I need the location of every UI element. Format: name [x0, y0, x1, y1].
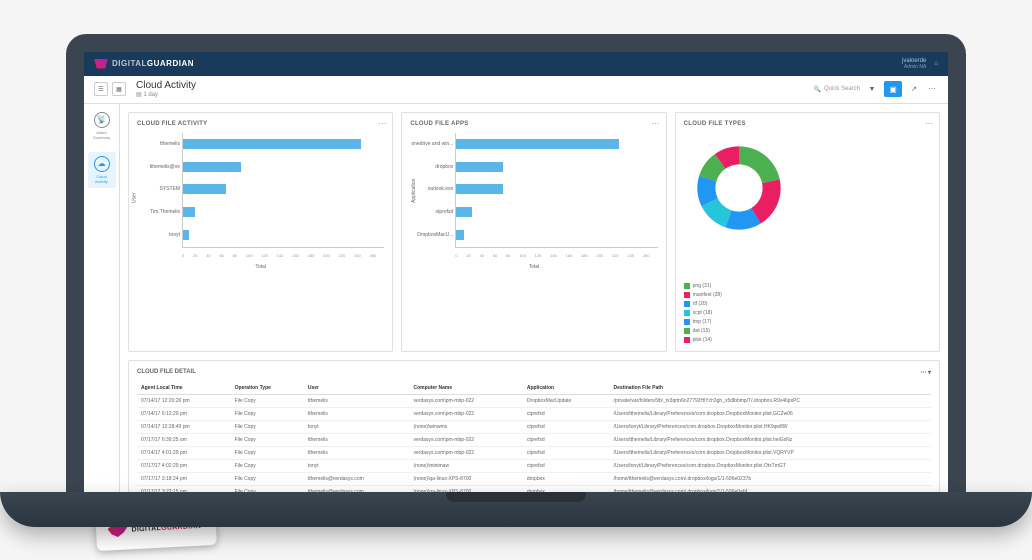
cloud-file-apps-card: CLOUD FILE APPS ⋯ Application onedrive a…	[401, 112, 666, 352]
bar-row: Tim.Themelis	[183, 205, 384, 219]
legend-item: xcpt (18)	[684, 310, 931, 316]
more-icon[interactable]: ⋯	[926, 83, 938, 95]
column-header[interactable]: Destination File Path	[610, 382, 931, 395]
toolbar-view-icon[interactable]: ☰	[94, 82, 108, 96]
cloud-file-activity-card: CLOUD FILE ACTIVITY ⋯ User tthemelistthe…	[128, 112, 393, 352]
toolbar-dashboard-icon[interactable]: ▦	[112, 82, 126, 96]
legend-item: rtf (20)	[684, 301, 931, 307]
file-types-donut-chart	[684, 133, 794, 243]
search-input[interactable]: 🔍 Quick Search	[814, 86, 861, 93]
alarm-icon: 📡	[94, 112, 110, 128]
legend-item: tmp (17)	[684, 319, 931, 325]
sidebar-item-alarm[interactable]: 📡 Alarm Summary	[88, 112, 116, 140]
home-icon[interactable]: ⌂	[934, 61, 938, 67]
cloud-activity-icon: ☁	[94, 156, 110, 172]
cloud-file-detail-card: CLOUD FILE DETAIL ⋯ ▾ Agent Local TimeOp…	[128, 360, 940, 492]
filter-icon[interactable]: ▼	[866, 83, 878, 95]
page-subtitle: ▤ 1 day	[136, 91, 196, 98]
activity-bar-chart: User tthemelistthemelis@veSYSTEMTim.Them…	[137, 133, 384, 268]
bar-row: tonyt	[183, 228, 384, 242]
column-header[interactable]: Application	[523, 382, 610, 395]
column-header[interactable]: Computer Name	[410, 382, 523, 395]
table-row[interactable]: 07/14/17 12:28:49 pmFile Copytonyt(none)…	[137, 420, 931, 433]
card-menu-icon[interactable]: ⋯	[925, 119, 933, 128]
bar-row: DropboxMacU...	[456, 228, 657, 242]
card-menu-icon[interactable]: ⋯	[378, 119, 386, 128]
brand-prefix: DIGITAL	[112, 59, 147, 68]
column-header[interactable]: Agent Local Time	[137, 382, 231, 395]
subheader: ☰ ▦ Cloud Activity ▤ 1 day 🔍 Quick Searc…	[84, 76, 948, 104]
column-header[interactable]: Operation Type	[231, 382, 304, 395]
legend-item: dat (15)	[684, 328, 931, 334]
card-menu-icon[interactable]: ⋯ ▾	[920, 369, 931, 376]
apps-bar-chart: Application onedrive and win...dropboxou…	[410, 133, 657, 268]
share-icon[interactable]: ↗	[908, 83, 920, 95]
user-menu[interactable]: jvaloerde Admin NA ⌂	[902, 58, 938, 70]
bar-row: tthemelis@ve	[183, 160, 384, 174]
bar-row: tthemelis	[183, 137, 384, 151]
brand-logo: DIGITALGUARDIAN	[94, 59, 194, 69]
chart-legend: png (31) manifest (28) rtf (20) xcpt (18) tm…	[684, 283, 931, 343]
cloud-file-detail-table: Agent Local TimeOperation TypeUserComput…	[137, 382, 931, 492]
brand-suffix: GUARDIAN	[147, 59, 194, 68]
column-header[interactable]: User	[304, 382, 410, 395]
bar-row: onedrive and win...	[456, 137, 657, 151]
left-sidebar: 📡 Alarm Summary ☁ Cloud Activity	[84, 104, 120, 492]
filter-button[interactable]: ▣	[884, 81, 902, 97]
guardian-wing-icon	[94, 59, 108, 69]
bar-row: SYSTEM	[183, 182, 384, 196]
legend-item: plist (14)	[684, 337, 931, 343]
bar-row: dropbox	[456, 160, 657, 174]
page-title: Cloud Activity	[136, 80, 196, 91]
table-row[interactable]: 07/17/17 3:18:24 pmFile Copytthemelis@ve…	[137, 472, 931, 485]
bar-row: stprefsd	[456, 205, 657, 219]
legend-item: manifest (28)	[684, 292, 931, 298]
app-topbar: DIGITALGUARDIAN jvaloerde Admin NA ⌂	[84, 52, 948, 76]
table-row[interactable]: 07/14/17 12:20:26 pmFile Copytthemelisve…	[137, 394, 931, 407]
table-row[interactable]: 07/14/17 6:12:29 pmFile Copytthemelisver…	[137, 407, 931, 420]
table-row[interactable]: 07/14/17 4:01:29 pmFile Copytthemelisver…	[137, 446, 931, 459]
legend-item: png (31)	[684, 283, 931, 289]
search-icon: 🔍	[814, 86, 821, 93]
table-row[interactable]: 07/17/17 6:39:25 amFile Copytthemelisver…	[137, 433, 931, 446]
sidebar-item-cloud[interactable]: ☁ Cloud Activity	[88, 152, 116, 188]
bar-row: outlook.exe	[456, 182, 657, 196]
cloud-file-types-card: CLOUD FILE TYPES ⋯ png (31)manifest (28)…	[675, 112, 940, 352]
card-menu-icon[interactable]: ⋯	[652, 119, 660, 128]
table-row[interactable]: 07/17/17 4:02:29 pmFile Copytonyt(none)\…	[137, 459, 931, 472]
